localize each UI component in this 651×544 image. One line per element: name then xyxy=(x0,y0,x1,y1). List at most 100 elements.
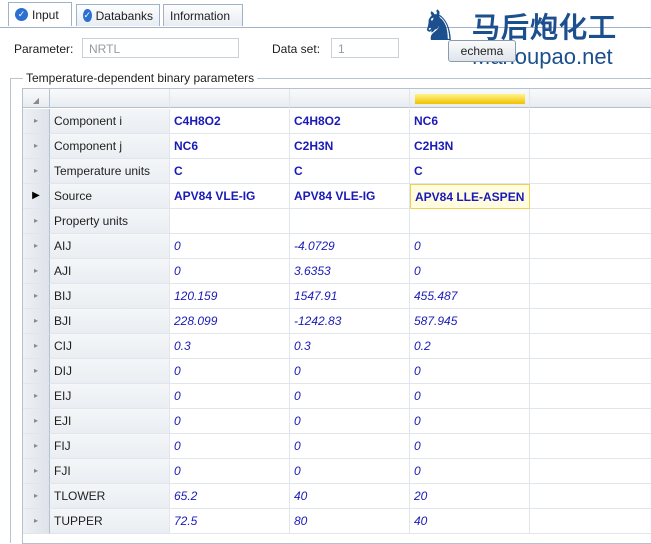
table-row[interactable]: ▸ CIJ 0.3 0.3 0.2 xyxy=(23,334,651,359)
grid-cell[interactable] xyxy=(530,234,651,259)
table-row[interactable]: ▸ BIJ 120.159 1547.91 455.487 xyxy=(23,284,651,309)
row-selector[interactable]: ▸ xyxy=(23,334,50,359)
column-header-2[interactable] xyxy=(290,89,410,108)
table-row[interactable]: ▸ FIJ 0 0 0 xyxy=(23,434,651,459)
grid-cell[interactable]: 0 xyxy=(290,409,410,434)
grid-cell[interactable]: C2H3N xyxy=(290,134,410,159)
row-selector[interactable]: ▸ xyxy=(23,309,50,334)
tab-information[interactable]: Information xyxy=(163,4,243,26)
table-row[interactable]: ▸ Component i C4H8O2 C4H8O2 NC6 xyxy=(23,109,651,134)
grid-cell[interactable]: 0 xyxy=(170,459,290,484)
row-selector[interactable]: ▸ xyxy=(23,234,50,259)
table-row[interactable]: ▸ EJI 0 0 0 xyxy=(23,409,651,434)
table-row[interactable]: ▸ BJI 228.099 -1242.83 587.945 xyxy=(23,309,651,334)
tab-databanks[interactable]: ✓ Databanks xyxy=(76,4,160,26)
grid-cell[interactable] xyxy=(530,409,651,434)
grid-cell[interactable]: 0 xyxy=(410,459,530,484)
dataset-field[interactable]: 1 xyxy=(331,38,399,58)
grid-cell[interactable]: APV84 VLE-IG xyxy=(170,184,290,209)
table-row[interactable]: ▸ AIJ 0 -4.0729 0 xyxy=(23,234,651,259)
grid-cell[interactable]: C4H8O2 xyxy=(290,109,410,134)
tab-input[interactable]: ✓ Input xyxy=(8,2,72,26)
schema-button[interactable]: echema xyxy=(448,40,516,62)
grid-cell[interactable] xyxy=(530,209,651,234)
row-selector[interactable]: ▸ xyxy=(23,484,50,509)
row-selector[interactable]: ▸ xyxy=(23,209,50,234)
grid-cell[interactable]: 0 xyxy=(290,434,410,459)
grid-cell[interactable]: 0 xyxy=(410,259,530,284)
grid-cell[interactable] xyxy=(530,334,651,359)
parameter-field[interactable]: NRTL xyxy=(82,38,239,58)
grid-cell[interactable]: 3.6353 xyxy=(290,259,410,284)
row-selector[interactable]: ▸ xyxy=(23,284,50,309)
table-row[interactable]: ▸ Property units xyxy=(23,209,651,234)
grid-cell[interactable]: 0 xyxy=(410,384,530,409)
grid-cell[interactable]: 455.487 xyxy=(410,284,530,309)
row-selector[interactable]: ▸ xyxy=(23,159,50,184)
grid-cell[interactable] xyxy=(530,284,651,309)
grid-cell[interactable] xyxy=(170,209,290,234)
grid-cell[interactable]: 228.099 xyxy=(170,309,290,334)
grid-cell[interactable]: 0 xyxy=(170,359,290,384)
grid-cell[interactable]: C xyxy=(290,159,410,184)
grid-cell[interactable]: 0.2 xyxy=(410,334,530,359)
table-row[interactable]: ▸ FJI 0 0 0 xyxy=(23,459,651,484)
grid-cell[interactable]: -4.0729 xyxy=(290,234,410,259)
grid-cell[interactable]: C4H8O2 xyxy=(170,109,290,134)
table-row[interactable]: ▸ Temperature units C C C xyxy=(23,159,651,184)
row-selector[interactable]: ▸ xyxy=(23,409,50,434)
grid-cell[interactable]: NC6 xyxy=(170,134,290,159)
grid-cell[interactable]: 72.5 xyxy=(170,509,290,534)
grid-cell[interactable]: 0 xyxy=(290,359,410,384)
table-row[interactable]: ▸ Component j NC6 C2H3N C2H3N xyxy=(23,134,651,159)
table-row[interactable]: ▸ EIJ 0 0 0 xyxy=(23,384,651,409)
column-header-4[interactable] xyxy=(530,89,651,108)
grid-cell[interactable]: C xyxy=(410,159,530,184)
grid-cell[interactable]: 80 xyxy=(290,509,410,534)
grid-cell[interactable]: NC6 xyxy=(410,109,530,134)
grid-cell[interactable] xyxy=(530,384,651,409)
grid-cell[interactable]: 0.3 xyxy=(290,334,410,359)
grid-cell[interactable]: 65.2 xyxy=(170,484,290,509)
grid-cell[interactable] xyxy=(530,459,651,484)
row-selector[interactable]: ▸ xyxy=(23,459,50,484)
grid-cell[interactable]: 20 xyxy=(410,484,530,509)
grid-cell[interactable] xyxy=(530,359,651,384)
table-row[interactable]: ▶ Source APV84 VLE-IG APV84 VLE-IG APV84 LLE… xyxy=(23,184,651,209)
row-selector[interactable]: ▸ xyxy=(23,434,50,459)
row-selector[interactable]: ▸ xyxy=(23,359,50,384)
grid-cell[interactable]: 0 xyxy=(410,359,530,384)
grid-cell[interactable]: -1242.83 xyxy=(290,309,410,334)
grid-cell[interactable]: 0 xyxy=(290,459,410,484)
grid-cell[interactable]: 0 xyxy=(170,234,290,259)
grid-cell[interactable] xyxy=(530,184,651,209)
grid-cell[interactable]: 40 xyxy=(290,484,410,509)
grid-cell[interactable] xyxy=(530,434,651,459)
row-selector[interactable]: ▸ xyxy=(23,509,50,534)
parameter-grid[interactable]: ◢ ▸ Component i C4H8O2 C4H8O2 NC6 ▸ Component … xyxy=(22,88,651,544)
row-selector[interactable]: ▸ xyxy=(23,259,50,284)
row-selector[interactable]: ▸ xyxy=(23,134,50,159)
column-header-1[interactable] xyxy=(170,89,290,108)
grid-cell[interactable]: APV84 VLE-IG xyxy=(290,184,410,209)
grid-cell[interactable]: C xyxy=(170,159,290,184)
grid-cell[interactable] xyxy=(530,309,651,334)
grid-cell[interactable] xyxy=(530,509,651,534)
grid-cell[interactable]: 0 xyxy=(410,234,530,259)
column-header-3[interactable] xyxy=(410,89,530,108)
grid-cell[interactable]: C2H3N xyxy=(410,134,530,159)
table-row[interactable]: ▸ DIJ 0 0 0 xyxy=(23,359,651,384)
grid-cell[interactable]: 0 xyxy=(170,384,290,409)
grid-cell[interactable] xyxy=(530,134,651,159)
grid-cell[interactable]: 1547.91 xyxy=(290,284,410,309)
grid-cell[interactable]: 0 xyxy=(410,434,530,459)
row-selector[interactable]: ▸ xyxy=(23,109,50,134)
grid-cell[interactable]: 0 xyxy=(170,409,290,434)
grid-cell[interactable]: APV84 LLE-ASPEN xyxy=(410,184,530,209)
grid-cell[interactable]: 0 xyxy=(170,259,290,284)
grid-cell[interactable]: 587.945 xyxy=(410,309,530,334)
grid-cell[interactable]: 0 xyxy=(290,384,410,409)
grid-cell[interactable] xyxy=(530,484,651,509)
grid-cell[interactable]: 120.159 xyxy=(170,284,290,309)
grid-cell[interactable] xyxy=(410,209,530,234)
